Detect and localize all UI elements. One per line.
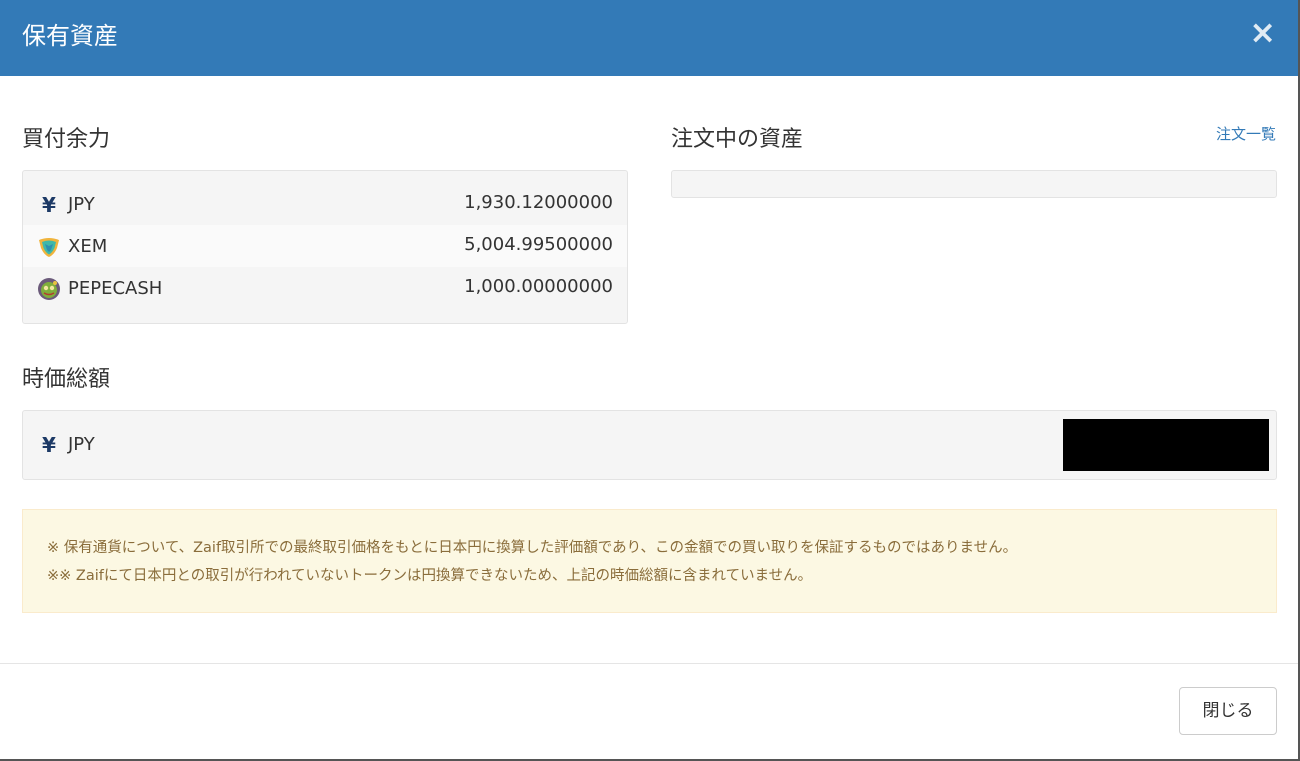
yen-icon: ¥ <box>42 193 56 217</box>
assets-modal: 保有資産 × 買付余力 ¥ JPY 1,930.12000000 XEM 5,0… <box>0 0 1300 761</box>
market-value-panel: ¥ JPY <box>22 410 1277 480</box>
buying-power-title: 買付余力 <box>22 127 111 152</box>
modal-header: 保有資産 × <box>0 0 1298 76</box>
market-value-currency: JPY <box>68 434 95 455</box>
notice-line-2: ※※ Zaifにて日本円との取引が行われていないトークンは円換算できないため、上… <box>47 568 813 584</box>
asset-amount: 1,930.12000000 <box>464 192 613 213</box>
asset-row-jpy: ¥ JPY 1,930.12000000 <box>23 183 627 225</box>
market-value-title: 時価総額 <box>22 367 111 392</box>
footer-divider <box>0 663 1298 664</box>
asset-code: JPY <box>68 194 95 215</box>
pepecash-icon <box>37 277 61 301</box>
asset-amount: 1,000.00000000 <box>464 276 613 297</box>
asset-amount: 5,004.99500000 <box>464 234 613 255</box>
yen-icon: ¥ <box>42 433 56 457</box>
close-icon[interactable]: × <box>1249 14 1276 50</box>
ordering-assets-title: 注文中の資産 <box>671 127 804 152</box>
close-button[interactable]: 閉じる <box>1179 687 1277 735</box>
asset-code: XEM <box>68 236 108 257</box>
notice-line-1: ※ 保有通貨について、Zaif取引所での最終取引価格をもとに日本円に換算した評価… <box>47 540 1018 556</box>
buying-power-panel: ¥ JPY 1,930.12000000 XEM 5,004.99500000 <box>22 170 628 324</box>
xem-icon <box>37 235 61 259</box>
modal-title: 保有資産 <box>22 22 118 50</box>
asset-row-pepecash: PEPECASH 1,000.00000000 <box>23 267 627 309</box>
order-list-link[interactable]: 注文一覧 <box>1216 124 1276 144</box>
notice-box: ※ 保有通貨について、Zaif取引所での最終取引価格をもとに日本円に換算した評価… <box>22 509 1277 613</box>
asset-code: PEPECASH <box>68 278 163 299</box>
asset-row-xem: XEM 5,004.99500000 <box>23 225 627 267</box>
ordering-assets-panel <box>671 170 1277 198</box>
redacted-value <box>1063 419 1269 471</box>
